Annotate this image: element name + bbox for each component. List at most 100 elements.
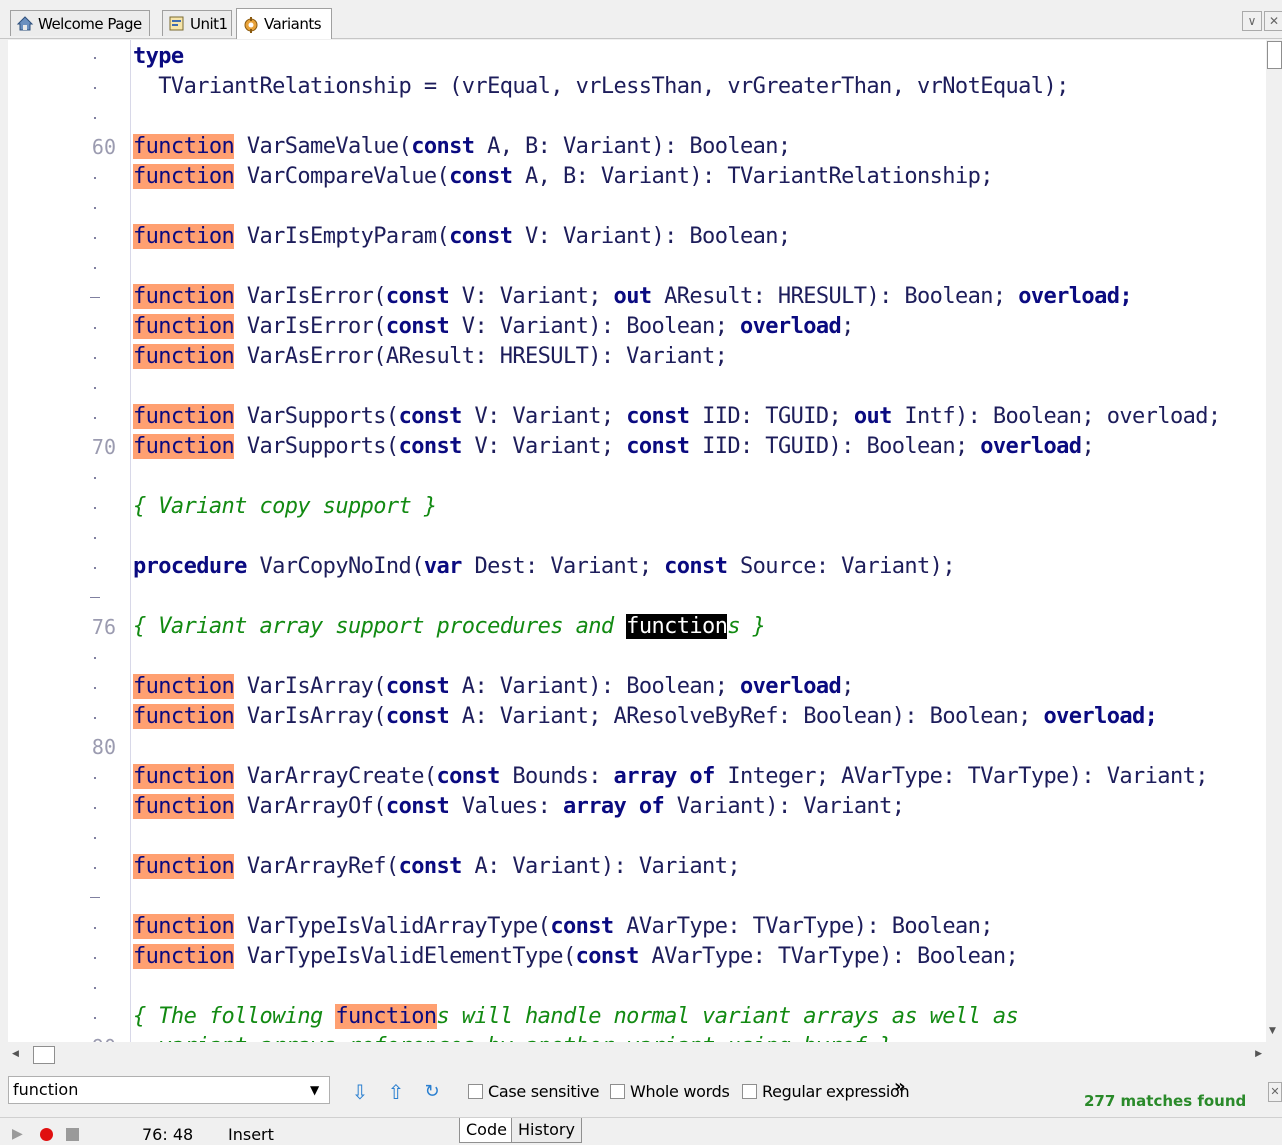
code-line: function VarCompareValue(const A, B: Var… xyxy=(133,162,993,192)
line-marker xyxy=(94,777,96,779)
tab-history[interactable]: History xyxy=(511,1118,582,1143)
checkbox-box[interactable] xyxy=(742,1084,757,1099)
code-token: A: Variant): Variant; xyxy=(461,854,740,879)
line-marker xyxy=(94,987,96,989)
stop-icon[interactable] xyxy=(66,1128,79,1141)
code-token: const xyxy=(449,224,513,249)
code-token: V: Variant; xyxy=(449,284,614,309)
chevron-down-icon[interactable]: ▼ xyxy=(310,1083,319,1097)
search-highlight: function xyxy=(133,854,235,879)
more-options-button[interactable]: » xyxy=(894,1076,906,1097)
code-token: IID: TGUID; xyxy=(689,404,854,429)
line-marker xyxy=(94,507,96,509)
find-previous-icon[interactable]: ⇧ xyxy=(384,1080,408,1104)
code-token: Integer; AVarType: TVarType): Variant; xyxy=(714,764,1208,789)
search-highlight: function xyxy=(133,164,235,189)
code-line: function VarAsError(AResult: HRESULT): V… xyxy=(133,342,728,372)
search-highlight: function xyxy=(133,704,235,729)
code-token: VarIsArray( xyxy=(234,704,387,729)
code-line: function VarSupports(const V: Variant; c… xyxy=(133,432,1095,462)
code-token: VarIsError( xyxy=(234,284,387,309)
code-line: function VarIsError(const V: Variant; ou… xyxy=(133,282,1133,312)
code-token: VarIsError( xyxy=(234,314,387,339)
code-line: type xyxy=(133,42,184,72)
horizontal-scrollbar[interactable]: ◀ ▶ xyxy=(8,1044,1282,1066)
home-icon xyxy=(16,15,34,32)
vertical-scrollbar[interactable]: ▲ ▼ xyxy=(1266,40,1282,1042)
find-next-icon[interactable]: ⇩ xyxy=(348,1080,372,1104)
horizontal-scroll-thumb[interactable] xyxy=(33,1046,55,1064)
checkbox-box[interactable] xyxy=(610,1084,625,1099)
code-token: VarSameValue( xyxy=(234,134,412,159)
code-line: function VarArrayCreate(const Bounds: ar… xyxy=(133,762,1208,792)
code-token: const xyxy=(385,314,450,339)
line-marker xyxy=(94,657,96,659)
line-number: 76 xyxy=(91,615,116,639)
close-search-icon[interactable]: ✕ xyxy=(1268,1082,1282,1102)
code-token: const xyxy=(385,674,450,699)
code-token: out xyxy=(853,404,893,429)
line-marker xyxy=(94,957,96,959)
search-highlight: function xyxy=(133,404,235,429)
code-line: function VarTypeIsValidElementType(const… xyxy=(133,942,1019,972)
line-marker xyxy=(94,687,96,689)
code-token: VarArrayRef( xyxy=(234,854,399,879)
code-token: type xyxy=(133,44,184,69)
code-line: function VarTypeIsValidArrayType(const A… xyxy=(133,912,994,942)
scroll-right-icon[interactable]: ▶ xyxy=(1255,1049,1262,1059)
tab-unit1[interactable]: Unit1 xyxy=(162,10,232,36)
tab-list-icon[interactable]: ∨ xyxy=(1242,11,1262,31)
code-token: Bounds: xyxy=(499,764,614,789)
code-token: const xyxy=(626,434,690,459)
line-number: 80 xyxy=(91,735,116,759)
code-editor[interactable]: 60 70 76 80 90 type TVariantRelationship = (… xyxy=(8,40,1282,1042)
unit-icon xyxy=(168,15,186,32)
tab-variants[interactable]: Variants xyxy=(236,8,332,39)
scroll-left-icon[interactable]: ◀ xyxy=(12,1049,19,1059)
code-token: Source: Variant); xyxy=(727,554,956,579)
variants-icon xyxy=(242,16,260,33)
code-token: const xyxy=(398,434,463,459)
checkbox-box[interactable] xyxy=(468,1084,483,1099)
vertical-scroll-thumb[interactable] xyxy=(1267,41,1282,69)
current-match: function xyxy=(626,614,728,639)
code-token: { The following xyxy=(133,1004,336,1029)
match-count: 277 matches found xyxy=(1084,1092,1247,1110)
whole-words-checkbox[interactable]: Whole words xyxy=(610,1082,730,1101)
code-token: VarIsEmptyParam( xyxy=(234,224,450,249)
fold-marker xyxy=(90,297,100,298)
line-marker xyxy=(94,267,96,269)
search-input[interactable]: function xyxy=(8,1076,330,1104)
case-sensitive-checkbox[interactable]: Case sensitive xyxy=(468,1082,599,1101)
record-icon[interactable] xyxy=(40,1128,53,1141)
tab-code[interactable]: Code xyxy=(459,1118,514,1143)
scroll-down-icon[interactable]: ▼ xyxy=(1269,1026,1276,1036)
code-token: procedure xyxy=(133,554,247,579)
wrap-around-icon[interactable]: ↻ xyxy=(420,1080,444,1104)
code-line: function VarSameValue(const A, B: Varian… xyxy=(133,132,791,162)
code-token: overload xyxy=(740,674,842,699)
code-token: out xyxy=(613,284,653,309)
code-area[interactable]: type TVariantRelationship = (vrEqual, vr… xyxy=(133,40,1282,1042)
code-line: function VarSupports(const V: Variant; c… xyxy=(133,402,1221,432)
code-token: overload; xyxy=(1018,284,1133,309)
tab-welcome-page[interactable]: Welcome Page xyxy=(10,10,150,36)
search-highlight: function xyxy=(133,134,235,159)
edit-mode: Insert xyxy=(228,1125,274,1144)
code-token: Dest: Variant; xyxy=(461,554,665,579)
line-marker xyxy=(94,327,96,329)
line-marker xyxy=(94,237,96,239)
checkbox-label: Case sensitive xyxy=(488,1082,600,1101)
code-token: Variant): Variant; xyxy=(664,794,905,819)
line-marker xyxy=(94,387,96,389)
line-marker xyxy=(94,207,96,209)
run-icon[interactable]: ▶ xyxy=(12,1126,23,1142)
line-marker xyxy=(94,717,96,719)
code-token: { Variant copy support } xyxy=(133,494,437,519)
code-token: array of xyxy=(562,794,665,819)
regular-expression-checkbox[interactable]: Regular expression xyxy=(742,1082,910,1101)
code-token: VarSupports( xyxy=(234,404,399,429)
line-marker xyxy=(94,867,96,869)
gutter-divider xyxy=(130,40,131,1042)
close-tab-icon[interactable]: ✕ xyxy=(1264,11,1282,31)
